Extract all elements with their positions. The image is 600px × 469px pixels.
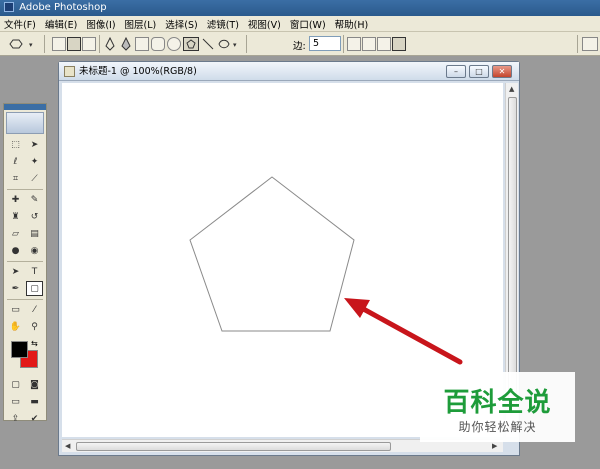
quick-mask-icon[interactable]: ◙ (26, 377, 43, 392)
zoom-tool-icon[interactable]: ⚲ (26, 319, 43, 334)
screen-mode-icon[interactable]: ▭ (7, 394, 24, 409)
foreground-color-swatch[interactable] (11, 341, 28, 358)
menu-help[interactable]: 帮助(H) (335, 17, 369, 31)
app-title: Adobe Photoshop (19, 2, 107, 13)
horizontal-scroll-thumb[interactable] (76, 442, 391, 451)
shape-layers-button[interactable] (52, 36, 66, 52)
minimize-button[interactable]: – (446, 65, 466, 78)
app-titlebar: Adobe Photoshop (0, 0, 600, 16)
magic-wand-icon[interactable]: ✦ (26, 154, 43, 169)
notes-tool-icon[interactable]: ▭ (7, 302, 24, 317)
menu-filter[interactable]: 滤镜(T) (207, 17, 239, 31)
path-subtract-button[interactable] (362, 36, 376, 52)
maximize-button[interactable]: □ (469, 65, 489, 78)
path-add-button[interactable] (347, 36, 361, 52)
path-selection-icon[interactable]: ➤ (7, 264, 24, 279)
path-exclude-button[interactable] (392, 36, 406, 52)
document-titlebar[interactable]: 未标题-1 @ 100%(RGB/8) – □ ✕ (59, 62, 519, 81)
menu-image[interactable]: 图像(I) (86, 17, 115, 31)
svg-text:▾: ▾ (233, 41, 237, 49)
ellipse-shape-button[interactable] (167, 36, 181, 52)
vertical-scroll-thumb[interactable] (508, 97, 517, 407)
eraser-tool-icon[interactable]: ▱ (7, 226, 24, 241)
hand-tool-icon[interactable]: ✋ (7, 319, 24, 334)
full-screen-icon[interactable]: ▬ (26, 394, 43, 409)
fill-pixels-button[interactable] (82, 36, 96, 52)
toolbox-header[interactable] (4, 104, 46, 110)
rectangle-shape-button[interactable] (135, 36, 149, 52)
custom-shape-button[interactable]: ▾ (217, 36, 241, 52)
close-button[interactable]: ✕ (492, 65, 512, 78)
pen-tool-icon[interactable]: ✒ (7, 281, 24, 296)
history-brush-icon[interactable]: ↺ (26, 209, 43, 224)
document-icon (64, 66, 75, 77)
watermark-main-text: 百科全说 (443, 388, 552, 418)
menu-bar: 文件(F) 编辑(E) 图像(I) 图层(L) 选择(S) 滤镜(T) 视图(V… (0, 16, 600, 32)
photoshop-logo-icon (4, 2, 14, 12)
swap-colors-icon[interactable]: ⇆ (31, 339, 38, 348)
pen-tool-icon[interactable] (103, 36, 117, 52)
menu-edit[interactable]: 编辑(E) (45, 17, 77, 31)
tool-preset-picker[interactable]: ▾ (8, 36, 38, 52)
gradient-tool-icon[interactable]: ▤ (26, 226, 43, 241)
watermark: 百科全说 助你轻松解决 (420, 372, 575, 442)
freeform-pen-icon[interactable] (119, 36, 133, 52)
marquee-tool-icon[interactable]: ⬚ (7, 137, 24, 152)
scroll-right-icon[interactable]: ▶ (492, 442, 497, 450)
sides-label: 边: (293, 41, 306, 52)
scroll-up-icon[interactable]: ▲ (509, 85, 514, 93)
imageready-icon[interactable]: ✔ (26, 411, 43, 426)
adobe-online-banner[interactable] (6, 112, 44, 134)
standard-mode-icon[interactable]: ▢ (7, 377, 24, 392)
toolbox: ⬚ ➤ ℓ ✦ ⌗ ⟋ ✚ ✎ ♜ ↺ ▱ ▤ ● ◉ ➤ T ✒ ▢ ▭ ⁄ ✋ ⚲ ⇆ ▢ ◙ ▭ ▬… (3, 103, 47, 424)
clone-stamp-icon[interactable]: ♜ (7, 209, 24, 224)
type-tool-icon[interactable]: T (26, 264, 43, 279)
move-tool-icon[interactable]: ➤ (26, 137, 43, 152)
brush-tool-icon[interactable]: ✎ (26, 192, 43, 207)
color-swatches: ⇆ (4, 338, 46, 374)
hexagon-icon: ▾ (9, 39, 33, 49)
palette-well-icon[interactable] (582, 36, 598, 52)
healing-brush-icon[interactable]: ✚ (7, 192, 24, 207)
menu-file[interactable]: 文件(F) (4, 17, 36, 31)
rounded-rectangle-button[interactable] (151, 36, 165, 52)
slice-tool-icon[interactable]: ⟋ (26, 171, 43, 186)
eyedropper-icon[interactable]: ⁄ (26, 302, 43, 317)
scroll-left-icon[interactable]: ◀ (65, 442, 70, 450)
line-shape-button[interactable] (201, 36, 215, 52)
paths-button[interactable] (67, 36, 81, 52)
shape-tool-icon[interactable]: ▢ (26, 281, 43, 296)
svg-text:▾: ▾ (29, 41, 33, 49)
crop-tool-icon[interactable]: ⌗ (7, 171, 24, 186)
path-intersect-button[interactable] (377, 36, 391, 52)
blur-tool-icon[interactable]: ● (7, 243, 24, 258)
menu-layer[interactable]: 图层(L) (125, 17, 157, 31)
lasso-tool-icon[interactable]: ℓ (7, 154, 24, 169)
jump-to-imageready-icon[interactable]: ⇪ (7, 411, 24, 426)
menu-view[interactable]: 视图(V) (248, 17, 281, 31)
watermark-sub-text: 助你轻松解决 (458, 420, 537, 434)
polygon-shape-button[interactable] (183, 36, 199, 52)
dodge-tool-icon[interactable]: ◉ (26, 243, 43, 258)
document-title: 未标题-1 @ 100%(RGB/8) (79, 66, 197, 77)
menu-window[interactable]: 窗口(W) (290, 17, 326, 31)
menu-select[interactable]: 选择(S) (165, 17, 197, 31)
sides-input[interactable]: 5 (309, 36, 341, 51)
